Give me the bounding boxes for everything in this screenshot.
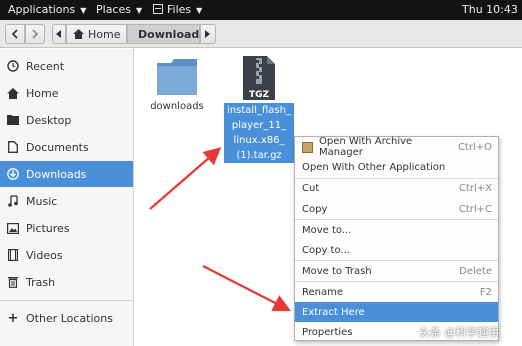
menu-item-move-to[interactable]: Move to...: [295, 220, 498, 240]
sidebar-item-label: Downloads: [26, 167, 87, 181]
sidebar-item-trash[interactable]: Trash: [0, 269, 133, 295]
file-type-badge: TGZ: [249, 90, 270, 100]
files-app-icon: [153, 4, 163, 14]
context-menu: Open With Archive Manager Ctrl+O Open Wi…: [294, 136, 499, 341]
caret-right-icon: [205, 30, 210, 38]
document-icon: [7, 141, 19, 153]
breadcrumb-scroll-right[interactable]: [200, 24, 216, 44]
clock[interactable]: Thu 10:43: [462, 3, 518, 16]
folder-label: downloads: [150, 101, 204, 112]
sidebar-item-other-locations[interactable]: + Other Locations: [0, 305, 133, 331]
video-icon: [7, 249, 19, 261]
breadcrumb-home[interactable]: Home: [66, 24, 127, 44]
applications-menu[interactable]: Applications ▼: [8, 3, 86, 16]
places-label: Places: [96, 3, 131, 16]
file-label-line: install_flash_: [227, 105, 291, 116]
sidebar-item-videos[interactable]: Videos: [0, 242, 133, 268]
sidebar-item-label: Documents: [26, 140, 89, 154]
caret-down-icon: ▼: [196, 6, 203, 15]
back-button[interactable]: [5, 24, 25, 44]
sidebar-item-recent[interactable]: Recent: [0, 53, 133, 79]
folder-icon: [157, 59, 197, 95]
sidebar-item-home[interactable]: Home: [0, 80, 133, 106]
menu-item-move-to-trash[interactable]: Move to Trash Delete: [295, 261, 498, 281]
chevron-right-icon: [32, 29, 39, 39]
sidebar-item-label: Trash: [26, 275, 56, 289]
applications-label: Applications: [8, 3, 76, 16]
menu-item-label: Copy: [302, 203, 328, 215]
sidebar-item-label: Home: [26, 86, 59, 100]
caret-down-icon: ▼: [135, 6, 143, 15]
sidebar-item-label: Other Locations: [26, 311, 113, 325]
breadcrumb-downloads-label: Downloads: [138, 27, 206, 41]
caret-down-icon: ▼: [80, 6, 87, 15]
sidebar-item-downloads[interactable]: Downloads: [0, 161, 133, 187]
chevron-left-icon: [11, 29, 18, 39]
sidebar-item-label: Videos: [26, 248, 63, 262]
archive-file-label: install_flash_ player_11_ linux.x86_ (1)…: [224, 103, 294, 163]
home-icon: [7, 87, 19, 99]
files-label: Files: [167, 3, 192, 16]
menu-item-open-with-other-application[interactable]: Open With Other Application: [295, 157, 498, 177]
archive-file-item[interactable]: TGZ install_flash_ player_11_ linux.x86_…: [223, 55, 295, 163]
breadcrumb-home-label: Home: [88, 27, 121, 41]
menu-item-shortcut: Ctrl+C: [458, 203, 492, 215]
sidebar-item-desktop[interactable]: Desktop: [0, 107, 133, 133]
top-bar: Applications ▼ Places ▼ Files ▼ Thu 10:43: [0, 0, 522, 20]
menu-item-shortcut: Ctrl+O: [457, 141, 492, 153]
menu-item-label: Move to Trash: [302, 265, 372, 277]
files-menu[interactable]: Files ▼: [153, 3, 202, 16]
sidebar-item-label: Desktop: [26, 113, 72, 127]
file-label-line: player_11_: [231, 120, 287, 131]
menu-item-rename[interactable]: Rename F2: [295, 282, 498, 302]
menu-item-label: Move to...: [302, 224, 352, 236]
breadcrumb-scroll-left[interactable]: [52, 24, 66, 44]
folder-item[interactable]: downloads: [145, 57, 209, 112]
menu-item-label: Open With Archive Manager: [319, 136, 413, 158]
sidebar-item-label: Pictures: [26, 221, 70, 235]
archive-manager-icon: [302, 141, 313, 153]
menu-item-copy[interactable]: Copy Ctrl+C: [295, 199, 498, 219]
sidebar: Recent Home Desktop Documents Downloads …: [0, 49, 134, 346]
caret-left-icon: [56, 30, 61, 38]
home-icon: [73, 29, 84, 39]
sidebar-item-label: Recent: [26, 59, 65, 73]
menu-item-shortcut: F2: [479, 286, 492, 298]
archive-file-icon: TGZ: [243, 56, 275, 100]
header-bar: Home Downloads: [0, 20, 522, 48]
desktop-icon: [7, 114, 19, 126]
sidebar-separator: [0, 300, 133, 301]
sidebar-item-music[interactable]: Music: [0, 188, 133, 214]
clock-icon: [7, 60, 19, 72]
menu-item-label: Cut: [302, 182, 320, 194]
picture-icon: [7, 222, 19, 234]
menu-item-shortcut: Delete: [459, 265, 492, 277]
menu-item-extract-here[interactable]: Extract Here: [295, 302, 498, 322]
menu-item-label: Open With Other Application: [302, 161, 446, 173]
file-label-line: linux.x86_: [233, 135, 285, 146]
breadcrumb-downloads[interactable]: Downloads: [127, 24, 206, 44]
music-icon: [7, 195, 19, 207]
watermark: 头条 @科学趣事: [419, 326, 500, 339]
sidebar-item-label: Music: [26, 194, 58, 208]
menu-item-copy-to[interactable]: Copy to...: [295, 240, 498, 260]
places-menu[interactable]: Places ▼: [96, 3, 142, 16]
menu-item-label: Rename: [302, 286, 344, 298]
menu-item-cut[interactable]: Cut Ctrl+X: [295, 178, 498, 198]
forward-button[interactable]: [25, 24, 45, 44]
plus-icon: +: [7, 310, 19, 326]
menu-item-open-with-archive-manager[interactable]: Open With Archive Manager Ctrl+O: [295, 136, 498, 158]
sidebar-item-pictures[interactable]: Pictures: [0, 215, 133, 241]
trash-icon: [7, 276, 19, 288]
menu-item-label: Extract Here: [302, 306, 365, 318]
menu-item-label: Copy to...: [302, 244, 350, 256]
download-icon: [7, 168, 19, 180]
menu-item-shortcut: Ctrl+X: [458, 182, 492, 194]
sidebar-item-documents[interactable]: Documents: [0, 134, 133, 160]
file-label-line: (1).tar.gz: [236, 150, 282, 161]
